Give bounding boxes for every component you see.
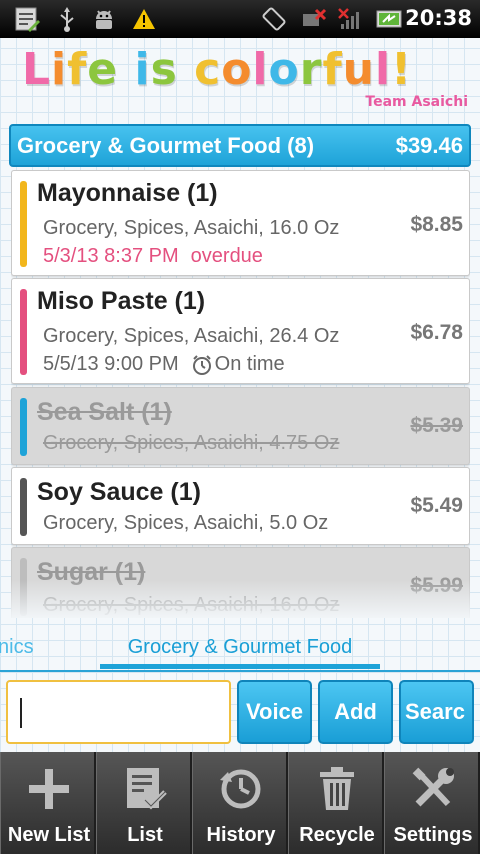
clock: 20:38 <box>405 6 472 30</box>
app-logo: Life is colorful! Team Asaichi <box>0 38 480 118</box>
due-status: overdue <box>190 245 263 267</box>
status-bar: 20:38 <box>0 0 480 38</box>
logo-letter: i <box>134 44 151 95</box>
android-debug-icon <box>90 6 118 32</box>
tab-previous[interactable]: nics <box>0 636 34 659</box>
usb-icon <box>54 6 80 32</box>
checklist-icon <box>97 766 193 812</box>
text-cursor <box>20 698 22 728</box>
warning-icon <box>130 6 158 32</box>
tools-icon <box>385 766 480 812</box>
item-name: Sea Salt (1) <box>37 398 172 426</box>
toolbar-label: History <box>206 824 276 846</box>
no-signal-icon <box>336 6 364 32</box>
logo-letter: u <box>342 44 375 95</box>
list-button[interactable]: List <box>96 752 192 854</box>
logo-letter: l <box>252 44 269 95</box>
due-status: On time <box>214 353 285 375</box>
notes-icon <box>12 6 42 32</box>
toolbar-label: Recycle <box>299 824 375 846</box>
logo-letter <box>118 44 134 95</box>
color-bar <box>20 181 27 267</box>
list-item[interactable]: Sugar (1) Grocery, Spices, Asaichi, 16.0… <box>11 547 470 618</box>
logo-letter: o <box>268 44 300 95</box>
logo-letter: ! <box>391 44 413 95</box>
logo-letter: f <box>67 44 88 95</box>
toolbar-label: New List <box>7 824 91 846</box>
trash-icon <box>289 766 385 812</box>
color-bar <box>20 478 27 536</box>
rotate-icon <box>260 6 288 32</box>
logo-letter: i <box>51 44 68 95</box>
category-total: $39.46 <box>395 132 463 158</box>
history-button[interactable]: History <box>192 752 288 854</box>
item-name: Miso Paste (1) <box>37 287 206 315</box>
category-tabs: nics Grocery & Gourmet Food <box>0 628 480 672</box>
item-due: 5/5/13 9:00 PM On time <box>43 353 285 376</box>
item-name: Mayonnaise (1) <box>37 179 218 207</box>
voice-button[interactable]: Voice <box>237 680 312 744</box>
due-date: 5/5/13 9:00 PM <box>43 353 179 375</box>
bottom-toolbar: New List List History Recycle Settings <box>0 752 480 854</box>
item-price: $6.78 <box>410 321 463 344</box>
list-item[interactable]: Miso Paste (1) Grocery, Spices, Asaichi,… <box>11 278 470 384</box>
list-item[interactable]: Soy Sauce (1) Grocery, Spices, Asaichi, … <box>11 467 470 545</box>
logo-letter: r <box>299 44 323 95</box>
item-name: Sugar (1) <box>37 558 146 586</box>
logo-letter: s <box>150 44 178 95</box>
battery-icon <box>374 6 406 32</box>
logo-letter: L <box>22 44 52 95</box>
logo-letter: c <box>194 44 222 95</box>
category-title: Grocery & Gourmet Food (8) <box>17 132 315 158</box>
list-item[interactable]: Sea Salt (1) Grocery, Spices, Asaichi, 4… <box>11 387 470 465</box>
item-details: Grocery, Spices, Asaichi, 26.4 Oz <box>43 325 340 347</box>
item-details: Grocery, Spices, Asaichi, 16.0 Oz <box>43 594 340 616</box>
item-price: $5.39 <box>410 414 463 437</box>
item-list[interactable]: Mayonnaise (1) Grocery, Spices, Asaichi,… <box>11 170 470 618</box>
logo-title: Life is colorful! <box>22 44 412 95</box>
logo-letter: l <box>374 44 392 95</box>
item-name: Soy Sauce (1) <box>37 478 201 506</box>
category-header[interactable]: Grocery & Gourmet Food (8) $39.46 <box>9 124 471 167</box>
item-details: Grocery, Spices, Asaichi, 5.0 Oz <box>43 512 329 534</box>
item-details: Grocery, Spices, Asaichi, 4.75 Oz <box>43 432 340 454</box>
alarm-clock-icon <box>192 354 211 375</box>
logo-letter: f <box>322 44 343 95</box>
color-bar <box>20 398 27 456</box>
due-date: 5/3/13 8:37 PM <box>43 245 179 267</box>
new-list-button[interactable]: New List <box>0 752 96 854</box>
input-row: Voice Add Searc <box>0 674 480 752</box>
settings-button[interactable]: Settings <box>384 752 480 854</box>
item-input[interactable] <box>6 680 231 744</box>
logo-letter: o <box>221 44 253 95</box>
tab-indicator <box>100 664 380 669</box>
logo-letter: e <box>87 44 119 95</box>
color-bar <box>20 289 27 375</box>
list-item[interactable]: Mayonnaise (1) Grocery, Spices, Asaichi,… <box>11 170 470 276</box>
add-button[interactable]: Add <box>318 680 393 744</box>
history-icon <box>193 766 289 812</box>
recycle-button[interactable]: Recycle <box>288 752 384 854</box>
logo-subtitle: Team Asaichi <box>365 94 468 110</box>
search-button[interactable]: Searc <box>399 680 474 744</box>
toolbar-label: List <box>127 824 163 846</box>
toolbar-label: Settings <box>393 824 473 846</box>
item-price: $5.99 <box>410 574 463 597</box>
tab-grocery[interactable]: Grocery & Gourmet Food <box>100 636 380 659</box>
item-price: $8.85 <box>410 213 463 236</box>
plus-icon <box>1 766 97 812</box>
color-bar <box>20 558 27 616</box>
signal-off-icon <box>300 6 328 32</box>
item-price: $5.49 <box>410 494 463 517</box>
item-due: 5/3/13 8:37 PM overdue <box>43 245 263 268</box>
logo-letter <box>178 44 194 95</box>
item-details: Grocery, Spices, Asaichi, 16.0 Oz <box>43 217 340 239</box>
